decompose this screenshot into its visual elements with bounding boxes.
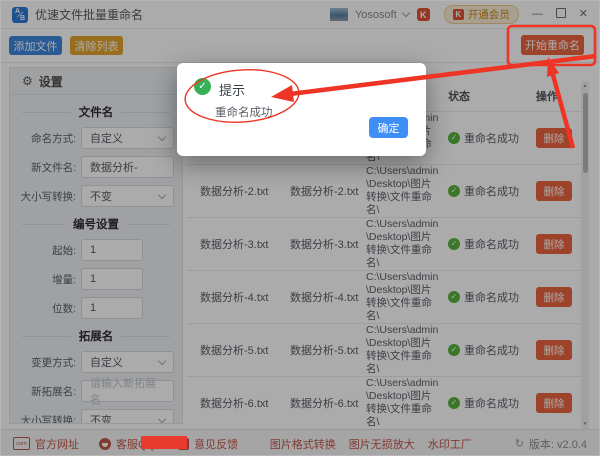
app-window: A B 优速文件批量重命名 Yososoft K K 开通会员 — ✕ 添加文件… bbox=[0, 0, 600, 456]
dialog-message: 重命名成功 bbox=[215, 104, 273, 120]
confirm-button[interactable]: 确定 bbox=[369, 117, 408, 138]
dialog-title: 提示 bbox=[219, 80, 245, 99]
success-check-icon: ✓ bbox=[194, 78, 211, 95]
success-dialog: ✓ 提示 重命名成功 确定 bbox=[177, 63, 426, 156]
